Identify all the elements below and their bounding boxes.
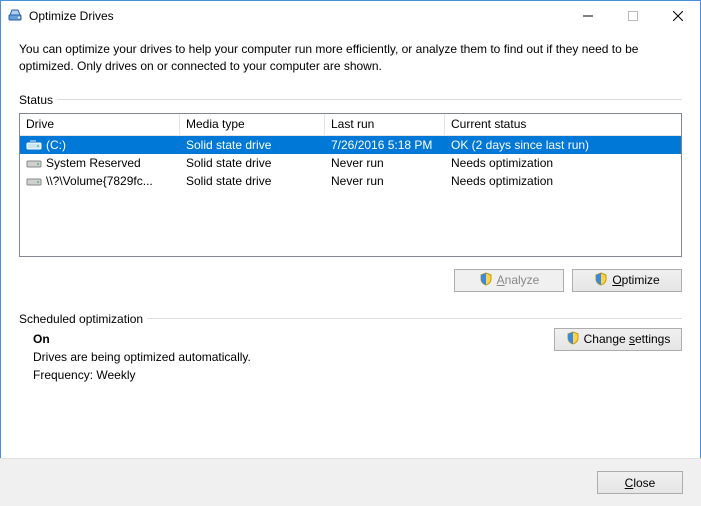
drive-lastrun: Never run [325, 156, 445, 170]
analyze-button[interactable]: Analyze [454, 269, 564, 292]
drive-status: OK (2 days since last run) [445, 138, 681, 152]
analyze-label: Analyze [497, 273, 540, 287]
window-title: Optimize Drives [29, 9, 114, 23]
shield-icon [566, 331, 580, 348]
drive-status: Needs optimization [445, 156, 681, 170]
titlebar[interactable]: Optimize Drives [1, 1, 700, 31]
sched-group-header: Scheduled optimization [19, 312, 682, 326]
drive-media: Solid state drive [180, 174, 325, 188]
close-label: Close [625, 476, 656, 490]
col-header-status[interactable]: Current status [445, 114, 681, 136]
intro-text: You can optimize your drives to help you… [19, 41, 682, 75]
footer: Close [0, 458, 701, 506]
col-header-lastrun[interactable]: Last run [325, 114, 445, 136]
col-header-drive[interactable]: Drive [20, 114, 180, 136]
change-settings-button[interactable]: Change settings [554, 328, 682, 351]
os-drive-icon [26, 139, 42, 151]
col-header-media[interactable]: Media type [180, 114, 325, 136]
drive-name: (C:) [46, 138, 66, 152]
shield-icon [479, 272, 493, 289]
table-row[interactable]: \\?\Volume{7829fc... Solid state drive N… [20, 172, 681, 190]
sched-desc-text: Drives are being optimized automatically… [33, 350, 682, 364]
shield-icon [594, 272, 608, 289]
table-row[interactable]: System Reserved Solid state drive Never … [20, 154, 681, 172]
change-settings-label: Change settings [584, 332, 671, 346]
drives-list[interactable]: Drive Media type Last run Current status… [19, 113, 682, 257]
drive-status: Needs optimization [445, 174, 681, 188]
drives-list-header[interactable]: Drive Media type Last run Current status [20, 114, 681, 136]
drive-media: Solid state drive [180, 138, 325, 152]
status-group-header: Status [19, 93, 682, 107]
drive-name: System Reserved [46, 156, 141, 170]
drive-lastrun: 7/26/2016 5:18 PM [325, 138, 445, 152]
maximize-button[interactable] [610, 1, 655, 31]
hdd-icon [26, 157, 42, 169]
app-icon [7, 8, 23, 24]
drive-media: Solid state drive [180, 156, 325, 170]
hdd-icon [26, 175, 42, 187]
drive-lastrun: Never run [325, 174, 445, 188]
close-button[interactable]: Close [597, 471, 683, 494]
optimize-label: Optimize [612, 273, 659, 287]
sched-label: Scheduled optimization [19, 312, 147, 326]
minimize-button[interactable] [565, 1, 610, 31]
close-window-button[interactable] [655, 1, 700, 31]
drive-name: \\?\Volume{7829fc... [46, 174, 153, 188]
status-label: Status [19, 93, 57, 107]
optimize-button[interactable]: Optimize [572, 269, 682, 292]
sched-freq-text: Frequency: Weekly [33, 368, 682, 382]
table-row[interactable]: (C:) Solid state drive 7/26/2016 5:18 PM… [20, 136, 681, 154]
